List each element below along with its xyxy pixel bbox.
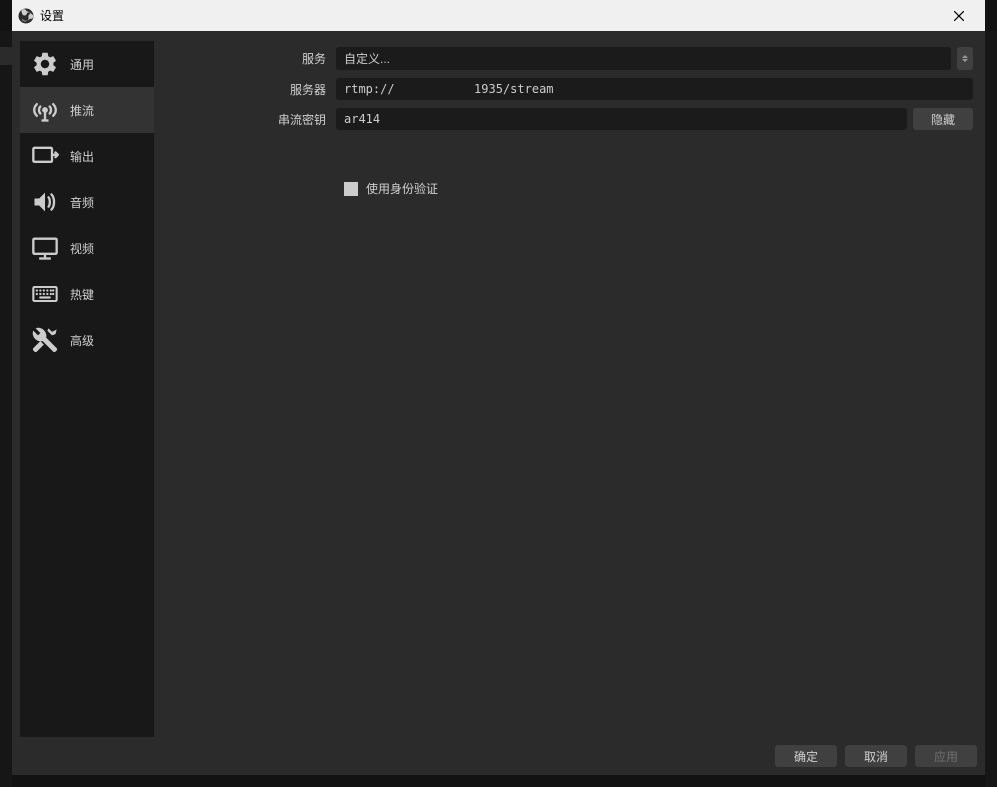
service-spinner[interactable] [957, 47, 973, 70]
hide-button[interactable]: 隐藏 [913, 108, 973, 130]
sidebar-item-hotkeys[interactable]: 热键 [20, 271, 154, 317]
sidebar-item-stream[interactable]: 推流 [20, 87, 154, 133]
streamkey-label: 串流密钥 [166, 111, 336, 128]
button-bar: 确定 取消 应用 [12, 737, 985, 775]
use-auth-label: 使用身份验证 [366, 180, 438, 197]
sidebar-item-label: 高级 [70, 332, 94, 349]
broadcast-icon [30, 95, 60, 125]
sidebar-item-label: 通用 [70, 56, 94, 73]
server-label: 服务器 [166, 81, 336, 98]
settings-dialog: 设置 通用 [12, 0, 985, 775]
server-input[interactable] [336, 78, 973, 100]
content-panel: 服务 自定义... 服务器 [162, 41, 977, 737]
tools-icon [30, 325, 60, 355]
speaker-icon [30, 187, 60, 217]
gear-icon [30, 49, 60, 79]
sidebar-item-advanced[interactable]: 高级 [20, 317, 154, 363]
window-title: 设置 [40, 7, 939, 24]
sidebar-item-output[interactable]: 输出 [20, 133, 154, 179]
sidebar-item-audio[interactable]: 音频 [20, 179, 154, 225]
ok-button[interactable]: 确定 [775, 745, 837, 767]
sidebar-item-label: 推流 [70, 102, 94, 119]
obs-icon [18, 8, 34, 24]
background-left-edge [0, 31, 12, 787]
apply-button[interactable]: 应用 [915, 745, 977, 767]
sidebar: 通用 [20, 41, 154, 737]
cancel-button[interactable]: 取消 [845, 745, 907, 767]
keyboard-icon [30, 279, 60, 309]
sidebar-item-video[interactable]: 视频 [20, 225, 154, 271]
titlebar: 设置 [12, 0, 985, 31]
sidebar-item-general[interactable]: 通用 [20, 41, 154, 87]
background-right-edge [985, 31, 997, 787]
service-label: 服务 [166, 50, 336, 67]
output-icon [30, 141, 60, 171]
close-icon [954, 11, 964, 21]
streamkey-input[interactable] [336, 108, 907, 130]
sidebar-item-label: 热键 [70, 286, 94, 303]
sidebar-item-label: 音频 [70, 194, 94, 211]
service-value: 自定义... [344, 50, 390, 67]
monitor-icon [30, 233, 60, 263]
use-auth-checkbox[interactable] [344, 182, 358, 196]
sidebar-item-label: 输出 [70, 148, 94, 165]
close-button[interactable] [939, 0, 979, 31]
sidebar-item-label: 视频 [70, 240, 94, 257]
service-select[interactable]: 自定义... [336, 47, 951, 70]
